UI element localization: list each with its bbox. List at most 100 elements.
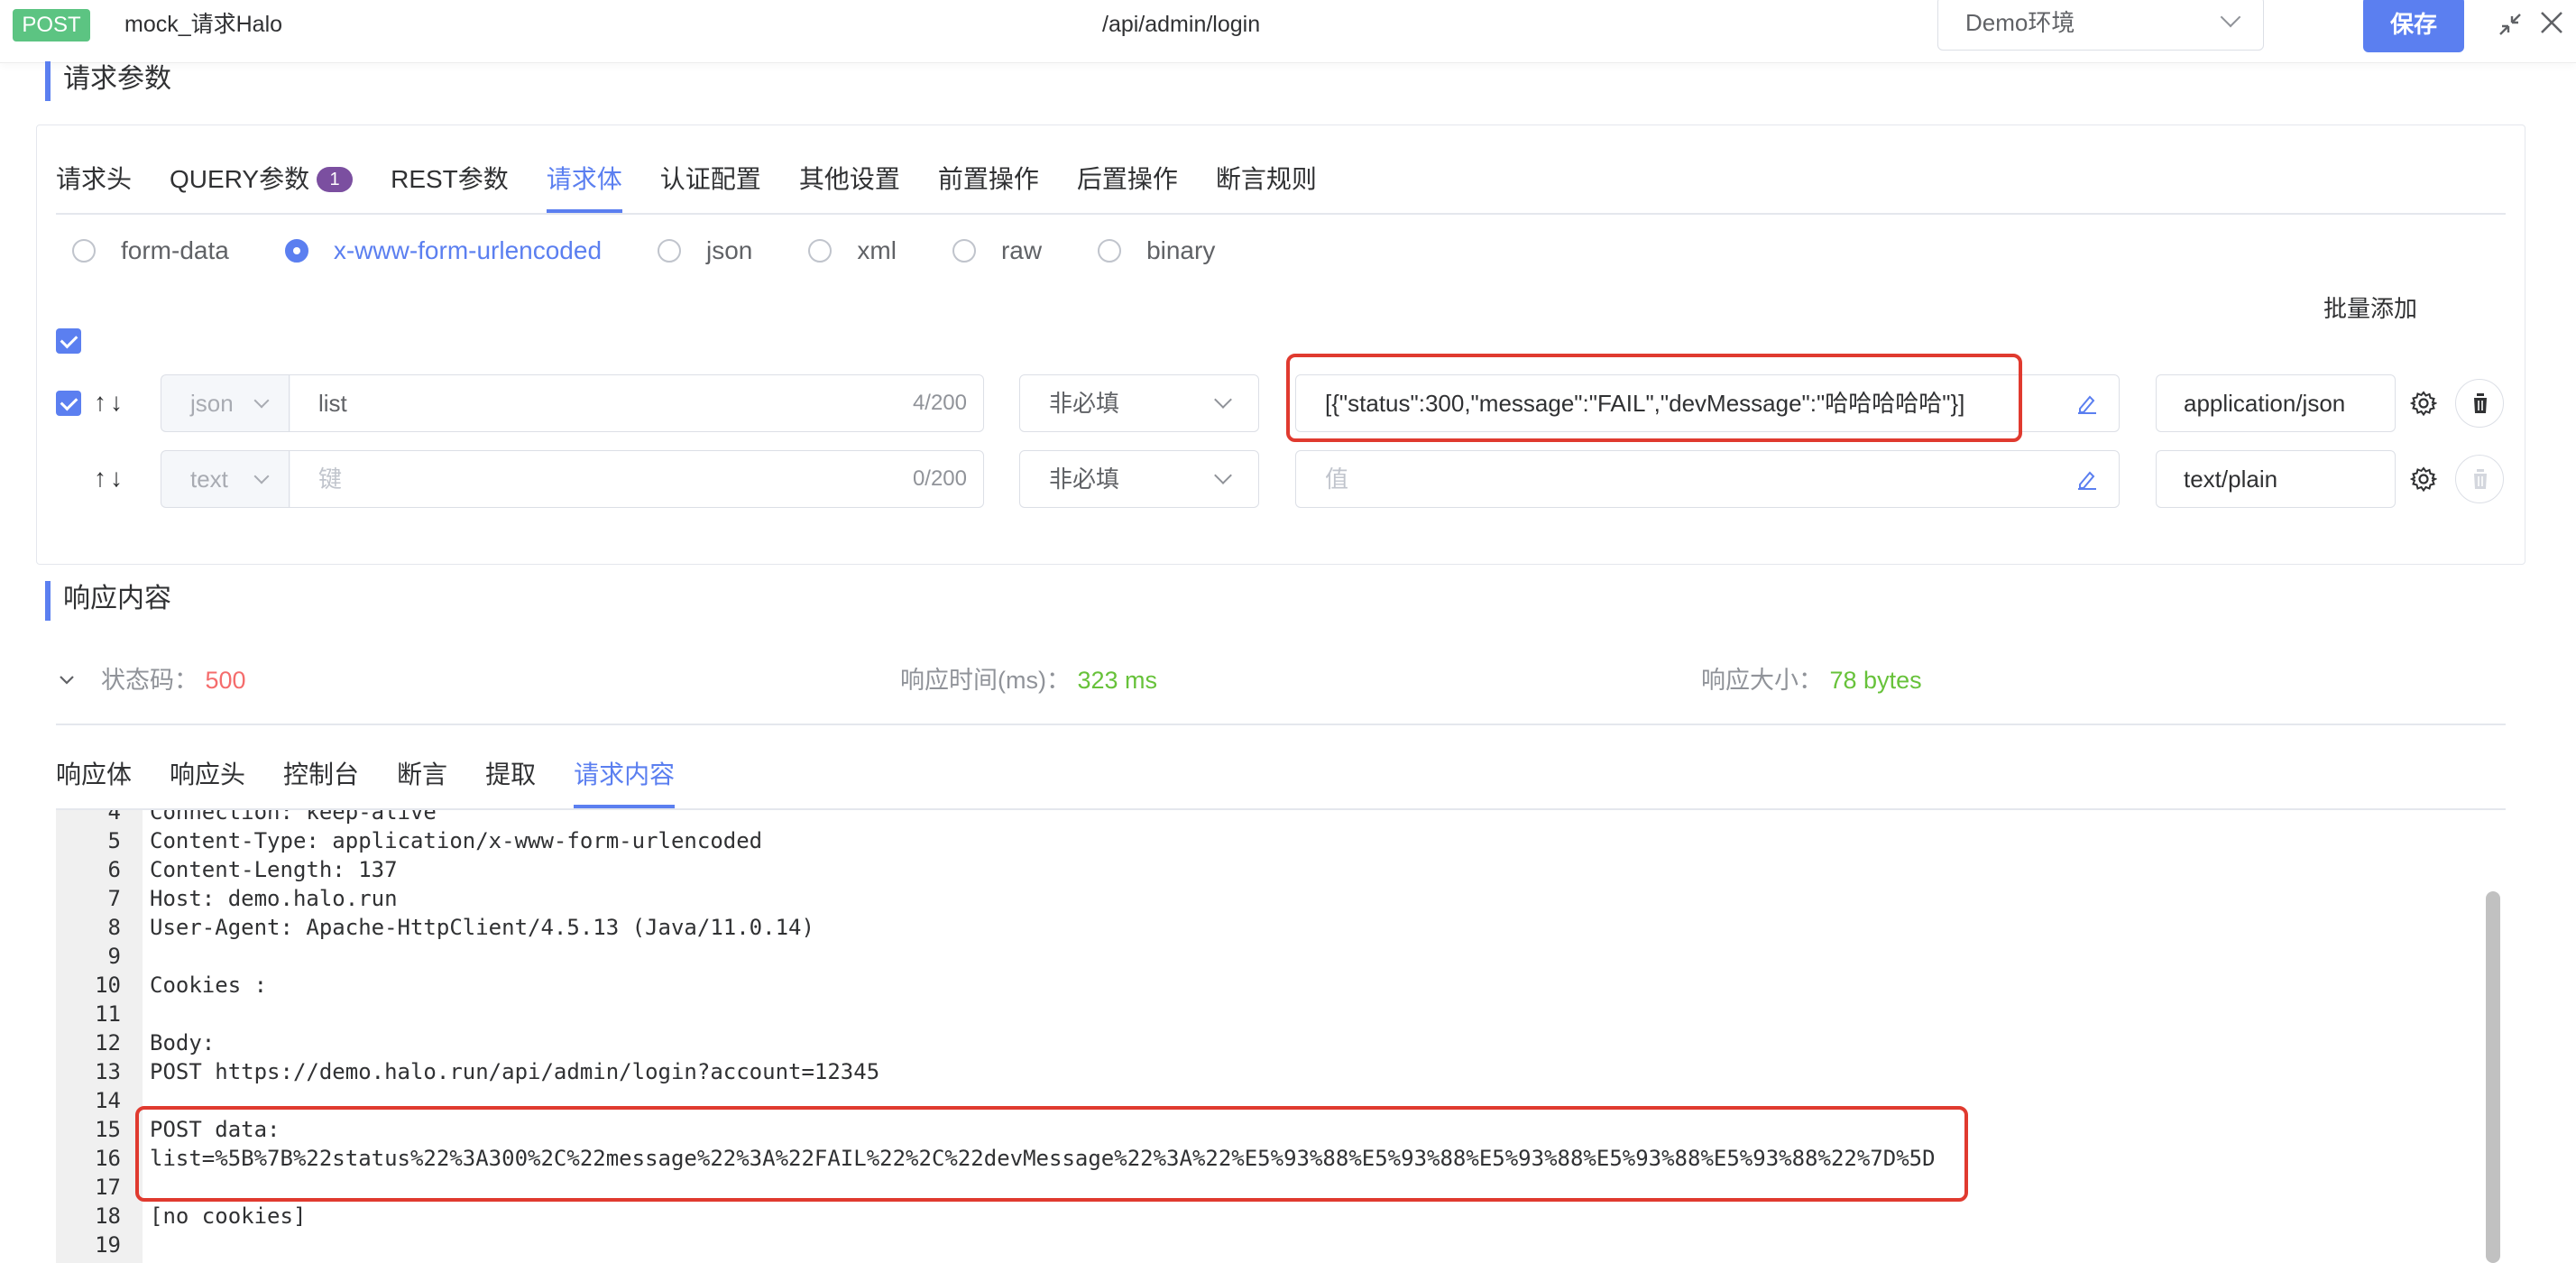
param-key-input[interactable]: list 4/200: [289, 374, 984, 432]
chevron-down-icon[interactable]: [58, 671, 76, 689]
trash-icon: [2471, 393, 2489, 413]
collapse-icon[interactable]: [2497, 11, 2524, 38]
param-key-input[interactable]: 键 0/200: [289, 450, 984, 508]
code-line: Content-Type: application/x-www-form-url…: [150, 828, 763, 853]
code-line: Connection: keep-alive: [150, 810, 437, 825]
line-number: 14: [95, 1088, 121, 1113]
line-number: 8: [107, 915, 121, 940]
method-badge[interactable]: POST: [13, 9, 90, 41]
response-time: 响应时间(ms)： 323 ms: [900, 667, 1158, 694]
top-bar: POST mock_请求Halo /api/admin/login Demo环境…: [0, 0, 2576, 63]
code-line: Cookies :: [150, 973, 268, 998]
required-select[interactable]: 非必填: [1019, 450, 1259, 508]
tab-pre-ops[interactable]: 前置操作: [938, 157, 1039, 213]
response-time-value: 323 ms: [1077, 667, 1158, 694]
request-name[interactable]: mock_请求Halo: [124, 9, 282, 40]
select-all-checkbox[interactable]: [56, 328, 81, 354]
chevron-down-icon: [253, 392, 270, 409]
response-size: 响应大小： 78 bytes: [1701, 667, 1922, 694]
tab-divider: [56, 213, 2506, 215]
line-number: 18: [95, 1203, 121, 1229]
required-select[interactable]: 非必填: [1019, 374, 1259, 432]
gear-icon[interactable]: [2410, 390, 2437, 417]
batch-add-link[interactable]: 批量添加: [2323, 290, 2417, 327]
radio-binary[interactable]: binary: [1098, 236, 1215, 265]
tab-rest[interactable]: REST参数: [391, 157, 509, 213]
line-number: 19: [95, 1232, 121, 1258]
code-line: Content-Length: 137: [150, 857, 398, 882]
line-number: 13: [95, 1059, 121, 1084]
delete-row-button[interactable]: [2455, 455, 2504, 503]
tab-headers[interactable]: 请求头: [56, 157, 132, 213]
request-tabs: 请求头 QUERY参数 1 REST参数 请求体 认证配置 其他设置 前置操作 后…: [56, 157, 1355, 213]
highlight-box: [1286, 354, 2022, 442]
delete-row-button[interactable]: [2455, 379, 2504, 428]
tab-request-content[interactable]: 请求内容: [574, 752, 676, 808]
highlight-box: [135, 1106, 1968, 1202]
tab-response-assertions[interactable]: 断言: [397, 752, 447, 808]
query-count-badge: 1: [317, 167, 354, 192]
tab-extract[interactable]: 提取: [485, 752, 536, 808]
chevron-down-icon: [253, 468, 270, 484]
param-type-select[interactable]: json: [161, 374, 290, 432]
line-number: 7: [107, 886, 121, 911]
status-divider: [56, 724, 2506, 725]
tab-response-headers[interactable]: 响应头: [170, 752, 245, 808]
chevron-down-icon: [1214, 466, 1232, 484]
radio-json[interactable]: json: [658, 236, 752, 265]
row-sort-arrows[interactable]: ↑↓: [94, 460, 126, 496]
environment-label: Demo环境: [1965, 9, 2075, 36]
code-line: [no cookies]: [150, 1203, 307, 1229]
line-number: 9: [107, 944, 121, 969]
line-number: 15: [95, 1117, 121, 1142]
param-type-select[interactable]: text: [161, 450, 290, 508]
line-number: 5: [107, 828, 121, 853]
code-line: Host: demo.halo.run: [150, 886, 398, 911]
tab-console[interactable]: 控制台: [283, 752, 359, 808]
code-line: User-Agent: Apache-HttpClient/4.5.13 (Ja…: [150, 915, 814, 940]
radio-raw[interactable]: raw: [952, 236, 1042, 265]
status-code: 状态码： 500: [101, 667, 246, 694]
body-type-radios: form-data x-www-form-urlencoded json xml…: [72, 236, 1271, 265]
line-number: 17: [95, 1175, 121, 1200]
chevron-down-icon: [1214, 391, 1232, 409]
tab-response-body[interactable]: 响应体: [56, 752, 132, 808]
tab-body[interactable]: 请求体: [546, 157, 622, 213]
chevron-down-icon: [2220, 6, 2241, 28]
tab-query[interactable]: QUERY参数 1: [170, 157, 354, 213]
response-title: 响应内容: [45, 581, 171, 621]
content-type-input[interactable]: application/json: [2156, 374, 2396, 432]
line-number: 11: [95, 1001, 121, 1027]
tab-post-ops[interactable]: 后置操作: [1077, 157, 1178, 213]
radio-xml[interactable]: xml: [808, 236, 897, 265]
response-size-value: 78 bytes: [1829, 667, 1922, 694]
response-tabs: 响应体 响应头 控制台 断言 提取 请求内容: [56, 752, 713, 808]
pencil-icon[interactable]: [2075, 467, 2099, 491]
tab-other-settings[interactable]: 其他设置: [799, 157, 900, 213]
tab-assertions[interactable]: 断言规则: [1216, 157, 1317, 213]
row-sort-arrows[interactable]: ↑↓: [94, 384, 126, 420]
line-number: 4: [107, 810, 121, 825]
key-char-count: 4/200: [912, 391, 967, 415]
save-button[interactable]: 保存: [2363, 0, 2464, 52]
request-url[interactable]: /api/admin/login: [1102, 9, 1260, 40]
radio-form-data[interactable]: form-data: [72, 236, 229, 265]
gear-icon[interactable]: [2410, 466, 2437, 493]
status-code-value: 500: [205, 667, 246, 694]
param-value-input[interactable]: 值: [1295, 450, 2120, 508]
line-number: 12: [95, 1030, 121, 1056]
line-number: 16: [95, 1146, 121, 1171]
tab-auth[interactable]: 认证配置: [660, 157, 761, 213]
line-number: 10: [95, 973, 121, 998]
row-checkbox[interactable]: [56, 391, 81, 416]
code-scrollbar[interactable]: [2486, 891, 2500, 1263]
pencil-icon[interactable]: [2075, 392, 2099, 415]
radio-urlencoded[interactable]: x-www-form-urlencoded: [284, 236, 602, 265]
code-line: Body:: [150, 1030, 216, 1056]
content-type-input[interactable]: text/plain: [2156, 450, 2396, 508]
code-line: POST https://demo.halo.run/api/admin/log…: [150, 1059, 880, 1084]
close-icon[interactable]: [2538, 9, 2565, 36]
key-char-count: 0/200: [912, 466, 967, 491]
environment-select[interactable]: Demo环境: [1937, 0, 2264, 51]
trash-icon: [2471, 469, 2489, 489]
